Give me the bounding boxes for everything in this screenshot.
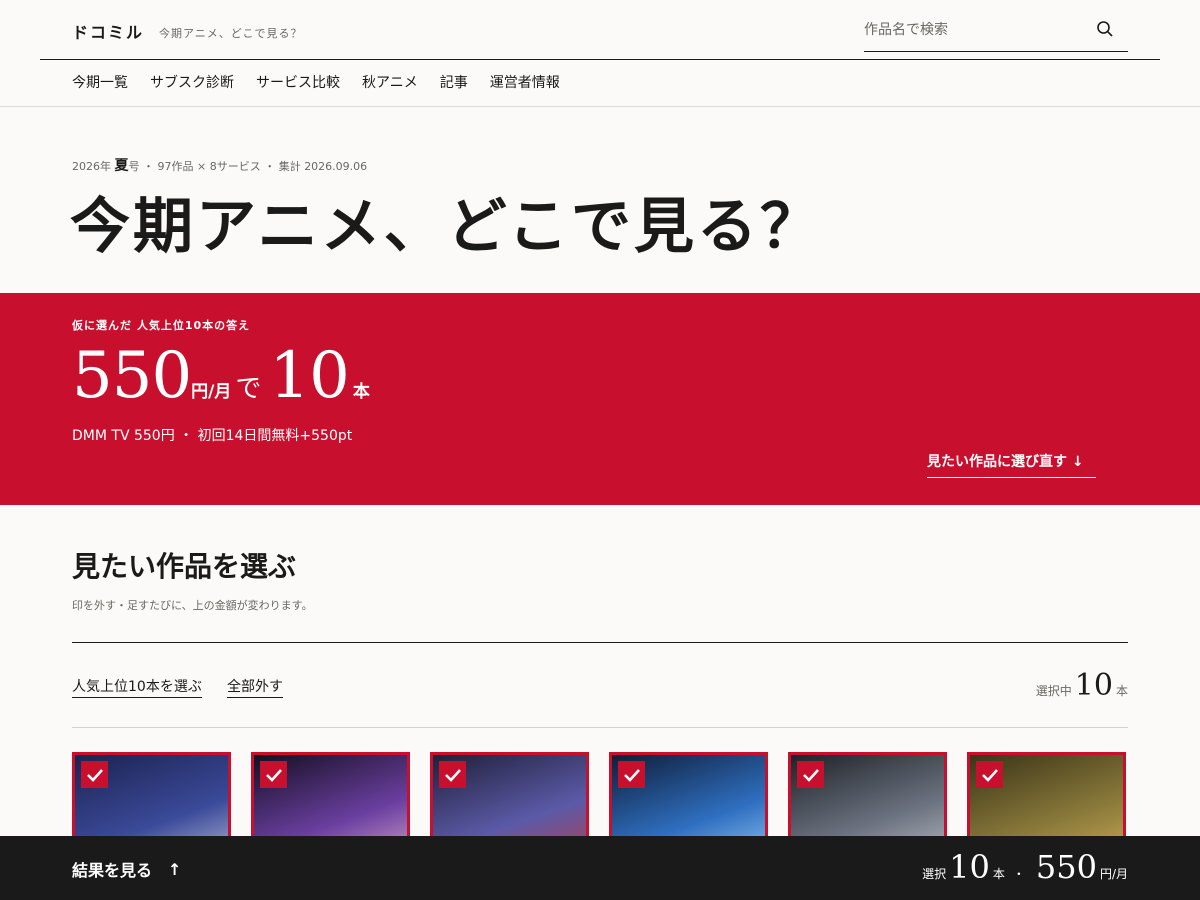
section-title: 見たい作品を選ぶ: [72, 550, 297, 583]
page-title: 今期アニメ、どこで見る？: [70, 192, 823, 262]
checkbox-checked-icon[interactable]: [797, 761, 824, 788]
summary-select-label: 選択: [922, 867, 947, 881]
main-nav: 今期一覧 サブスク診断 サービス比較 秋アニメ 記事 運営者情報: [72, 72, 560, 92]
summary-price-unit: 円/月: [1099, 867, 1128, 881]
checkbox-checked-icon[interactable]: [81, 761, 108, 788]
banner-kicker: 仮に選んだ 人気上位10本の答え: [72, 319, 251, 332]
reselect-link[interactable]: 見たい作品に選び直す ↓: [927, 451, 1096, 478]
summary-price: 550: [1035, 848, 1097, 886]
view-results-button[interactable]: 結果を見る ↑: [72, 857, 181, 881]
price-connector: で: [235, 374, 262, 404]
summary-count-unit: 本: [992, 867, 1005, 881]
checkbox-checked-icon[interactable]: [976, 761, 1003, 788]
title-count: 10: [269, 339, 349, 413]
count-unit: 本: [352, 382, 370, 402]
section-description: 印を外す・足すたびに、上の金額が変わります。: [72, 599, 313, 612]
section-divider: [72, 642, 1128, 643]
search-box: [864, 10, 1128, 52]
counter-unit: 本: [1115, 684, 1128, 698]
site-header: ドコミル 今期アニメ、どこで見る？ 今期一覧 サブスク診断 サービス比較 秋アニ…: [0, 0, 1200, 107]
checkbox-checked-icon[interactable]: [618, 761, 645, 788]
brand-tagline: 今期アニメ、どこで見る？: [159, 27, 303, 40]
sticky-result-bar: 結果を見る ↑ 選択 10 本 ・ 550 円/月: [0, 836, 1200, 900]
selection-summary: 選択 10 本 ・ 550 円/月: [922, 848, 1128, 886]
nav-item-current-list[interactable]: 今期一覧: [72, 72, 128, 92]
banner-price-line: 550 円/月 で 10 本: [72, 339, 370, 413]
price-unit: 円/月: [191, 382, 232, 402]
arrow-up-icon: ↑: [168, 859, 182, 879]
monthly-price: 550: [72, 339, 192, 413]
search-icon[interactable]: [1096, 20, 1114, 38]
list-divider: [72, 727, 1128, 728]
counter-label: 選択中: [1035, 684, 1072, 698]
checkbox-checked-icon[interactable]: [439, 761, 466, 788]
nav-item-operator-info[interactable]: 運営者情報: [490, 72, 560, 92]
clear-all-button[interactable]: 全部外す: [227, 676, 283, 698]
view-results-label: 結果を見る: [72, 861, 153, 880]
result-banner: 仮に選んだ 人気上位10本の答え 550 円/月 で 10 本 DMM TV 5…: [0, 293, 1200, 505]
nav-item-articles[interactable]: 記事: [440, 72, 468, 92]
nav-item-subscription-diagnosis[interactable]: サブスク診断: [150, 72, 234, 92]
issue-year: 2026年: [72, 160, 111, 173]
issue-label: 号: [128, 160, 140, 173]
counter-value: 10: [1074, 668, 1113, 703]
service-detail: DMM TV 550円 ・ 初回14日間無料+550pt: [72, 428, 353, 444]
header-divider: [40, 59, 1160, 60]
checkbox-checked-icon[interactable]: [260, 761, 287, 788]
issue-meta: 2026年 夏号 ・ 97作品 × 8サービス ・ 集計 2026.09.06: [72, 155, 367, 175]
nav-item-service-comparison[interactable]: サービス比較: [256, 72, 340, 92]
search-input[interactable]: [864, 10, 1084, 48]
selection-counter: 選択中 10 本: [1036, 668, 1128, 703]
summary-count: 10: [949, 848, 990, 886]
select-top-10-button[interactable]: 人気上位10本を選ぶ: [72, 676, 202, 698]
summary-separator: ・: [1012, 867, 1025, 881]
issue-stats: ・ 97作品 × 8サービス ・ 集計 2026.09.06: [139, 160, 368, 173]
nav-item-autumn-anime[interactable]: 秋アニメ: [362, 72, 418, 92]
issue-season: 夏: [114, 158, 129, 174]
brand-logo[interactable]: ドコミル: [72, 19, 144, 43]
